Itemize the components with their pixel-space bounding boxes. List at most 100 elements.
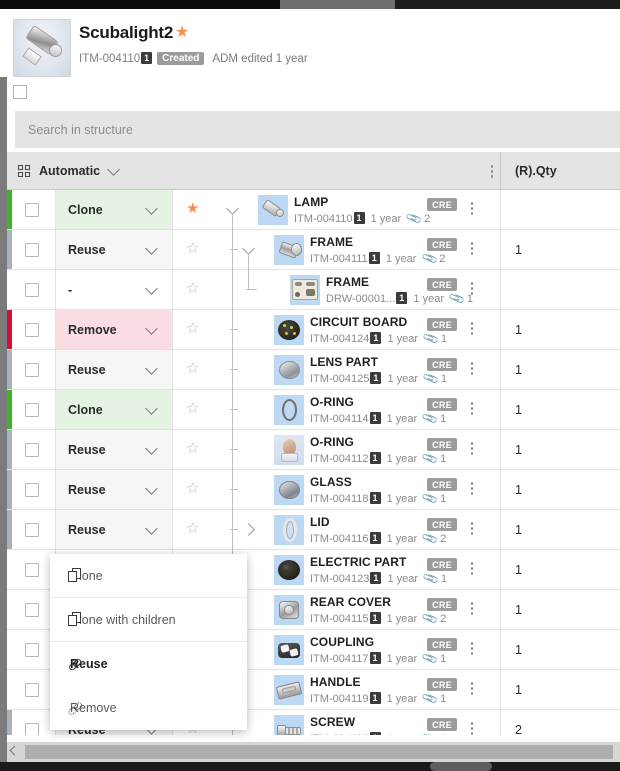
row-checkbox[interactable]	[25, 323, 39, 337]
row-revision-badge: 1	[369, 452, 381, 464]
star-outline-icon[interactable]: ☆	[186, 241, 199, 256]
row-name-cell: SCREW ITM-0041131 1 year 📎 1CRE	[274, 710, 500, 735]
chevron-down-icon[interactable]	[145, 362, 158, 375]
table-row[interactable]: Remove ☆ CIRCUIT BOARD ITM-004124 1 1 year 📎…	[7, 310, 620, 350]
row-checkbox[interactable]	[25, 523, 39, 537]
row-checkbox[interactable]	[25, 443, 39, 457]
row-kebab-menu-icon[interactable]	[470, 682, 473, 695]
star-outline-icon[interactable]: ☆	[186, 521, 199, 536]
row-kebab-menu-icon[interactable]	[470, 482, 473, 495]
star-outline-icon[interactable]: ☆	[186, 441, 199, 456]
row-checkbox[interactable]	[25, 723, 39, 735]
tree-vline	[248, 254, 249, 270]
scroll-left-arrow-icon[interactable]	[9, 745, 20, 756]
row-action-cell[interactable]: Reuse	[55, 510, 172, 549]
tree-vline	[232, 230, 233, 270]
chevron-down-icon[interactable]	[107, 162, 120, 176]
row-favorite-cell: ☆	[172, 350, 218, 389]
chevron-down-icon[interactable]	[145, 402, 158, 415]
action-context-menu[interactable]: Clone Clone with children Reuse Remove	[50, 554, 247, 730]
row-action-cell[interactable]: Reuse	[55, 470, 172, 509]
star-outline-icon[interactable]: ☆	[186, 361, 199, 376]
search-input[interactable]: Search in structure	[15, 111, 620, 148]
star-outline-icon[interactable]: ☆	[186, 401, 199, 416]
row-checkbox-cell	[12, 350, 55, 389]
row-action-cell[interactable]: Clone	[55, 390, 172, 429]
horizontal-scrollbar[interactable]	[7, 742, 620, 762]
row-checkbox-cell	[12, 430, 55, 469]
star-outline-icon[interactable]: ☆	[186, 481, 199, 496]
table-row[interactable]: Reuse ☆ FRAME ITM-004111 1 1 year 📎 2 CRE 1	[7, 230, 620, 270]
row-checkbox[interactable]	[25, 283, 39, 297]
table-row[interactable]: Reuse ☆ O-RING ITM-004112 1 1 year 📎 1 CRE 1	[7, 430, 620, 470]
tree-connector	[248, 289, 257, 290]
row-qty: 1	[500, 310, 620, 349]
chevron-down-icon[interactable]	[145, 482, 158, 495]
row-checkbox[interactable]	[25, 243, 39, 257]
row-checkbox[interactable]	[25, 203, 39, 217]
chevron-down-icon[interactable]	[145, 522, 158, 535]
star-outline-icon[interactable]: ☆	[186, 281, 199, 296]
context-menu-item-remove[interactable]: Remove	[50, 686, 247, 730]
row-kebab-menu-icon[interactable]	[470, 642, 473, 655]
chevron-down-icon[interactable]	[145, 242, 158, 255]
row-action-cell[interactable]: Reuse	[55, 430, 172, 469]
row-checkbox[interactable]	[25, 403, 39, 417]
tree-expander-open-icon[interactable]	[226, 202, 239, 215]
row-action-cell[interactable]: Clone	[55, 190, 172, 229]
row-item-meta: DRW-00001... 1 1 year 📎 1	[326, 290, 473, 308]
chevron-down-icon[interactable]	[145, 322, 158, 335]
column-header-automatic[interactable]: Automatic	[7, 152, 500, 190]
row-kebab-menu-icon[interactable]	[470, 322, 473, 335]
table-row[interactable]: Reuse ☆ GLASS ITM-004118 1 1 year 📎 1 CRE 1	[7, 470, 620, 510]
star-filled-icon[interactable]: ★	[186, 201, 199, 216]
row-item-meta: ITM-004111 1 1 year 📎 2	[310, 250, 446, 268]
context-menu-item-clone[interactable]: Clone	[50, 554, 247, 598]
row-kebab-menu-icon[interactable]	[470, 362, 473, 375]
row-action-cell[interactable]: Remove	[55, 310, 172, 349]
row-item-name: ELECTRIC PART	[310, 555, 407, 569]
scrollbar-thumb[interactable]	[25, 745, 613, 759]
row-checkbox[interactable]	[25, 643, 39, 657]
row-state-badge: CRE	[427, 518, 457, 531]
select-all-checkbox[interactable]	[13, 85, 27, 99]
row-kebab-menu-icon[interactable]	[470, 242, 473, 255]
tree-expander-closed-icon[interactable]	[242, 523, 255, 536]
context-menu-item-clone-with-children[interactable]: Clone with children	[50, 598, 247, 642]
row-kebab-menu-icon[interactable]	[470, 282, 473, 295]
row-kebab-menu-icon[interactable]	[470, 562, 473, 575]
row-kebab-menu-icon[interactable]	[470, 722, 473, 735]
row-checkbox[interactable]	[25, 563, 39, 577]
table-row[interactable]: Reuse ☆ LID ITM-004116 1 1 year 📎 2 CRE 1	[7, 510, 620, 550]
row-kebab-menu-icon[interactable]	[470, 202, 473, 215]
table-row[interactable]: - ☆ FRAME DRW-00001... 1 1 year 📎 1 CRE	[7, 270, 620, 310]
row-kebab-menu-icon[interactable]	[470, 402, 473, 415]
table-row[interactable]: Clone ☆ O-RING ITM-004114 1 1 year 📎 1 CRE 1	[7, 390, 620, 430]
row-item-meta: ITM-004116 1 1 year 📎 2	[310, 530, 447, 548]
row-checkbox[interactable]	[25, 363, 39, 377]
row-action-cell[interactable]: Reuse	[55, 230, 172, 269]
row-action-cell[interactable]: Reuse	[55, 350, 172, 389]
row-item-meta: ITM-0041131 1 year 📎 1	[310, 731, 446, 735]
search-bar-wrapper: Search in structure	[7, 108, 620, 152]
row-state-badge: CRE	[427, 238, 457, 251]
row-thumbnail	[274, 355, 304, 385]
row-kebab-menu-icon[interactable]	[470, 602, 473, 615]
row-kebab-menu-icon[interactable]	[470, 442, 473, 455]
context-menu-item-reuse[interactable]: Reuse	[50, 642, 247, 686]
row-action-cell[interactable]: -	[55, 270, 172, 309]
star-outline-icon[interactable]: ☆	[186, 321, 199, 336]
tree-expander-open-icon[interactable]	[242, 242, 255, 255]
row-item-meta: ITM-004118 1 1 year 📎 1	[310, 490, 447, 508]
row-checkbox[interactable]	[25, 683, 39, 697]
star-filled-icon[interactable]: ★	[175, 25, 189, 41]
chevron-down-icon[interactable]	[145, 282, 158, 295]
table-row[interactable]: Clone ★ LAMP ITM-004110 1 1 year 📎 2 CRE	[7, 190, 620, 230]
header-kebab-menu-icon[interactable]	[490, 165, 493, 178]
chevron-down-icon[interactable]	[145, 442, 158, 455]
table-row[interactable]: Reuse ☆ LENS PART ITM-004125 1 1 year 📎 1 CRE…	[7, 350, 620, 390]
row-checkbox[interactable]	[25, 483, 39, 497]
row-kebab-menu-icon[interactable]	[470, 522, 473, 535]
chevron-down-icon[interactable]	[145, 202, 158, 215]
row-checkbox[interactable]	[25, 603, 39, 617]
